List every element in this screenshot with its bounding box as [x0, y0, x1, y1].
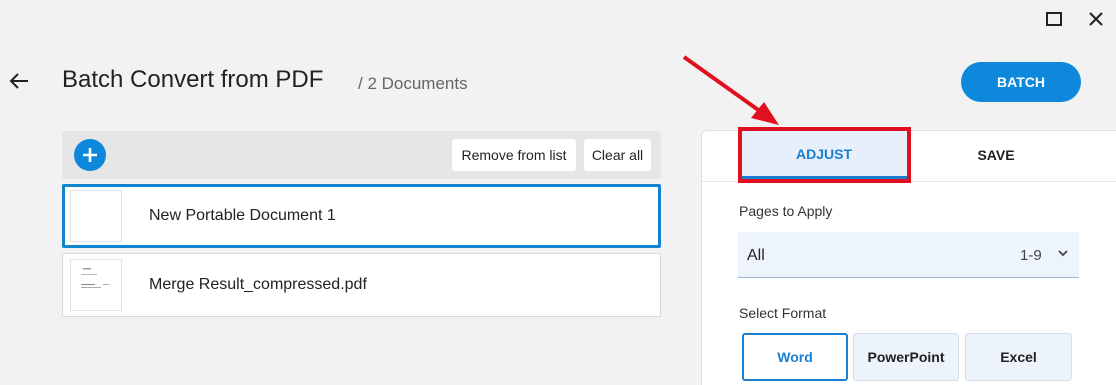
tab-divider [702, 181, 1116, 182]
close-icon [1089, 12, 1103, 26]
close-button[interactable] [1082, 6, 1110, 32]
document-thumbnail [70, 259, 122, 311]
remove-from-list-button[interactable]: Remove from list [452, 139, 576, 171]
clear-all-button[interactable]: Clear all [584, 139, 651, 171]
pages-value: All [747, 247, 765, 264]
document-count: / 2 Documents [358, 74, 468, 93]
format-word-button[interactable]: Word [742, 333, 848, 381]
batch-button[interactable]: BATCH [961, 62, 1081, 102]
pages-to-apply-select[interactable]: All 1-9 [738, 232, 1079, 278]
document-row[interactable]: Merge Result_compressed.pdf [62, 253, 661, 317]
add-document-button[interactable] [74, 139, 106, 171]
document-name: Merge Result_compressed.pdf [149, 276, 367, 293]
plus-icon [83, 148, 97, 162]
maximize-icon [1046, 12, 1062, 26]
format-powerpoint-button[interactable]: PowerPoint [853, 333, 959, 381]
document-name: New Portable Document 1 [149, 207, 336, 224]
page-preview-icon [81, 268, 109, 288]
pages-range: 1-9 [1020, 247, 1042, 264]
pages-to-apply-label: Pages to Apply [739, 203, 833, 219]
select-format-label: Select Format [739, 305, 827, 321]
adjust-panel: ADJUST SAVE Pages to Apply All 1-9 Selec… [701, 130, 1116, 385]
chevron-down-icon [1058, 250, 1068, 257]
format-excel-button[interactable]: Excel [965, 333, 1072, 381]
document-thumbnail [70, 190, 122, 242]
back-button[interactable] [6, 68, 32, 94]
arrow-left-icon [9, 73, 28, 89]
tab-save[interactable]: SAVE [912, 131, 1080, 179]
page-title: Batch Convert from PDF [62, 66, 324, 93]
maximize-button[interactable] [1040, 6, 1068, 32]
document-row[interactable]: New Portable Document 1 [62, 184, 661, 248]
tab-adjust[interactable]: ADJUST [740, 131, 908, 179]
document-toolbar: Remove from list Clear all [62, 131, 661, 179]
